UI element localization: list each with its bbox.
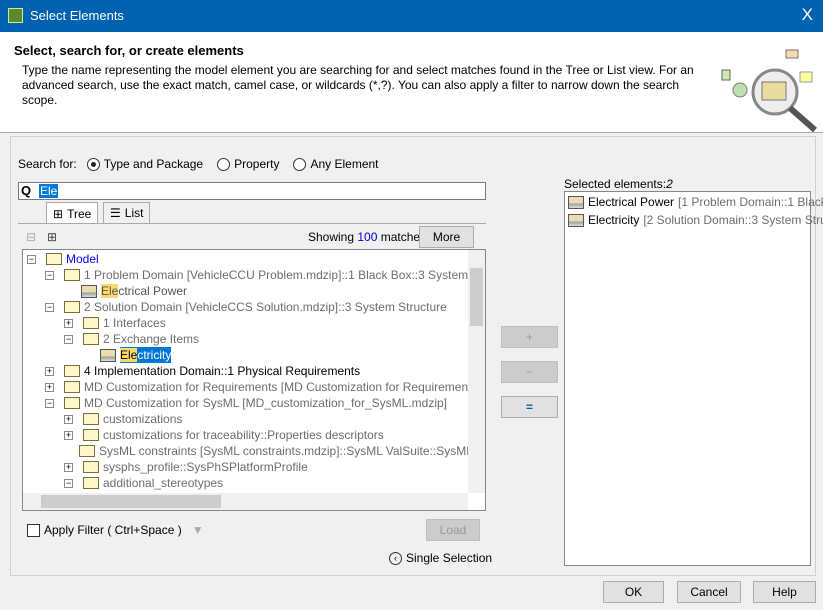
tree-node[interactable]: + MD Customization for Requirements [MD C… xyxy=(45,379,485,395)
search-icon: Q xyxy=(21,183,32,198)
package-icon xyxy=(83,333,99,345)
tree-node[interactable]: − Model xyxy=(27,251,99,267)
tree-node[interactable]: −2 Solution Domain [VehicleCCS Solution.… xyxy=(45,299,447,315)
selected-item[interactable]: Electricity [2 Solution Domain::3 System … xyxy=(568,213,823,227)
cancel-button[interactable]: Cancel xyxy=(677,581,741,603)
single-selection-label: Single Selection xyxy=(406,551,493,565)
chevron-left-icon: ‹ xyxy=(389,551,402,565)
tab-list[interactable]: ☰ List xyxy=(103,202,151,223)
tree-node[interactable]: − additional_stereotypes xyxy=(64,475,223,491)
more-button[interactable]: More xyxy=(419,226,474,248)
window-title: Select Elements xyxy=(30,8,124,23)
filter-icon: ▼ xyxy=(191,523,204,537)
apply-filter-checkbox[interactable]: Apply Filter ( Ctrl+Space ) ▼ xyxy=(27,523,204,537)
profile-icon xyxy=(83,477,99,489)
tree-node[interactable]: + customizations for traceability::Proper… xyxy=(64,427,384,443)
expand-all-icon[interactable]: ⊞ xyxy=(47,230,57,244)
shared-package-icon xyxy=(64,381,80,393)
package-icon xyxy=(64,301,80,313)
tab-divider xyxy=(18,223,486,224)
tree-node[interactable]: Electrical Power xyxy=(81,283,187,299)
selected-elements-list[interactable]: Electrical Power [1 Problem Domain::1 Bla… xyxy=(564,191,823,566)
header-title: Select, search for, or create elements xyxy=(14,43,244,58)
search-type-group: Search for: Type and Package Property An… xyxy=(18,157,393,171)
tree-node[interactable]: SysML constraints [SysML constraints.mdz… xyxy=(79,443,485,459)
package-icon xyxy=(83,429,99,441)
matches-count: Showing 100 matches xyxy=(308,230,427,244)
element-tree[interactable]: − Model −1 Problem Domain [VehicleCCU Pro… xyxy=(22,249,486,511)
radio-type-and-package[interactable]: Type and Package xyxy=(86,157,204,171)
tree-node[interactable]: +1 Interfaces xyxy=(64,315,166,331)
tree-vertical-scrollbar[interactable] xyxy=(468,250,485,493)
tree-horizontal-scrollbar[interactable] xyxy=(23,493,468,510)
package-icon xyxy=(64,365,80,377)
package-icon xyxy=(64,269,80,281)
dialog-header: Select, search for, or create elements T… xyxy=(0,32,823,133)
model-icon xyxy=(46,253,62,265)
title-bar: Select Elements X xyxy=(0,0,823,32)
app-icon xyxy=(8,8,23,23)
ok-button[interactable]: OK xyxy=(603,581,664,603)
tree-node[interactable]: −1 Problem Domain [VehicleCCU Problem.md… xyxy=(45,267,485,283)
apply-filter-label: Apply Filter ( Ctrl+Space ) xyxy=(44,523,182,537)
radio-label: Any Element xyxy=(310,157,379,171)
radio-any-element[interactable]: Any Element xyxy=(293,157,379,171)
tab-label: List xyxy=(124,206,144,220)
magnifier-illustration-icon xyxy=(721,49,817,132)
package-icon xyxy=(79,445,95,457)
shared-package-icon xyxy=(64,397,80,409)
selected-elements-label: Selected elements:2 xyxy=(564,177,673,191)
tree-node-selected[interactable]: Electricity xyxy=(100,347,172,363)
selected-item[interactable]: Electrical Power [1 Problem Domain::1 Bla… xyxy=(568,195,823,209)
tree-node[interactable]: − MD Customization for SysML [MD_customiz… xyxy=(45,395,447,411)
block-icon xyxy=(81,284,97,298)
search-input[interactable]: Q Ele xyxy=(18,182,486,200)
header-description: Type the name representing the model ele… xyxy=(22,63,694,107)
close-button[interactable]: X xyxy=(802,5,813,25)
tree-node[interactable]: +4 Implementation Domain::1 Physical Req… xyxy=(45,363,360,379)
tree-node[interactable]: + customizations xyxy=(64,411,182,427)
search-value: Ele xyxy=(39,184,59,198)
block-icon xyxy=(100,348,116,362)
remove-button[interactable]: − xyxy=(501,361,558,383)
help-button[interactable]: Help xyxy=(753,581,816,603)
package-icon xyxy=(83,413,99,425)
tree-node[interactable]: −2 Exchange Items xyxy=(64,331,199,347)
tab-tree[interactable]: ⊞ Tree xyxy=(46,202,99,224)
package-icon xyxy=(83,317,99,329)
tree-icon: ⊞ xyxy=(53,206,64,221)
add-button[interactable]: + xyxy=(501,326,558,348)
tree-node[interactable]: + sysphs_profile::SysPhSPlatformProfile xyxy=(64,459,308,475)
search-for-label: Search for: xyxy=(18,157,77,171)
block-icon xyxy=(568,195,584,209)
block-icon xyxy=(568,213,584,227)
radio-label: Property xyxy=(234,157,280,171)
list-icon: ☰ xyxy=(110,206,121,220)
load-button[interactable]: Load xyxy=(426,519,480,541)
collapse-all-icon[interactable]: ⊟ xyxy=(26,230,36,244)
tab-label: Tree xyxy=(67,206,92,221)
radio-property[interactable]: Property xyxy=(217,157,279,171)
radio-label: Type and Package xyxy=(103,157,204,171)
single-selection-toggle[interactable]: ‹ Single Selection xyxy=(389,551,492,565)
remove-all-button[interactable]: = xyxy=(501,396,558,418)
package-icon xyxy=(83,461,99,473)
